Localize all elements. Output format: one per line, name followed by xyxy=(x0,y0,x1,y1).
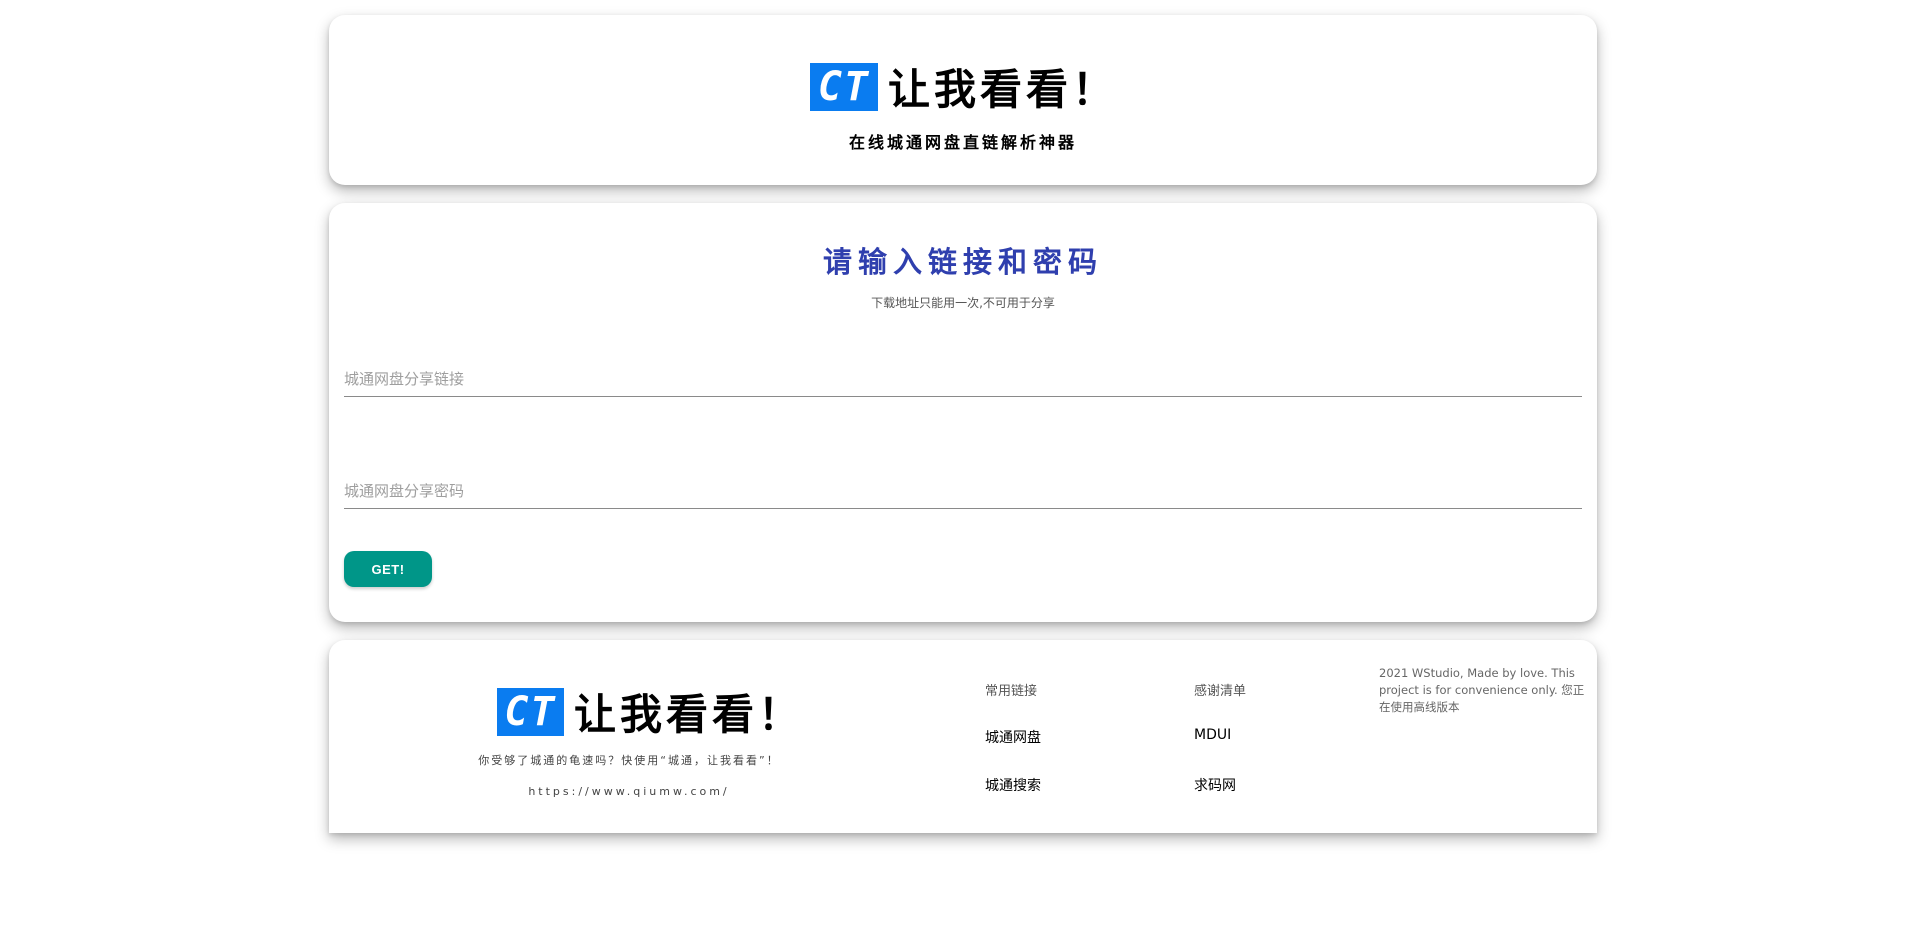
form-card: 请输入链接和密码 下载地址只能用一次,不可用于分享 GET! xyxy=(329,203,1597,622)
footer-link-qiumw[interactable]: 求码网 xyxy=(1194,775,1236,795)
footer-link-ctsearch[interactable]: 城通搜索 xyxy=(985,775,1041,795)
footer-link-mdui[interactable]: MDUI xyxy=(1194,727,1231,743)
copyright-text: 2021 WStudio, Made by love. This project… xyxy=(1379,666,1585,714)
share-link-field xyxy=(344,364,1582,397)
get-button[interactable]: GET! xyxy=(344,551,432,587)
footer-card: CT 让我看看！ 你受够了城通的龟速吗？快使用“城通，让我看看”！ https:… xyxy=(329,640,1597,833)
footer-logo-ct-badge: CT xyxy=(497,687,564,736)
footer-logo-title: 让我看看！ xyxy=(574,690,805,739)
share-password-input[interactable] xyxy=(344,476,1582,506)
logo-ct-badge: CT xyxy=(810,62,878,111)
footer-logo: CT 让我看看！ xyxy=(497,681,804,742)
form-note: 下载地址只能用一次,不可用于分享 xyxy=(871,296,1055,310)
logo-title: 让我看看！ xyxy=(888,65,1119,114)
form-title: 请输入链接和密码 xyxy=(822,245,1103,279)
links-column-heading: 常用链接 xyxy=(985,684,1038,699)
header-card: CT 让我看看！ 在线城通网盘直链解析神器 xyxy=(329,15,1597,185)
share-password-field xyxy=(344,476,1582,509)
share-link-input[interactable] xyxy=(344,364,1582,394)
site-subtitle: 在线城通网盘直链解析神器 xyxy=(848,133,1077,152)
footer-link-ctfile[interactable]: 城通网盘 xyxy=(985,727,1041,747)
footer-tagline: 你受够了城通的龟速吗？快使用“城通，让我看看”！ xyxy=(478,754,780,767)
footer-url: https://www.qiumw.com/ xyxy=(528,785,730,798)
site-logo: CT 让我看看！ xyxy=(810,56,1118,117)
thanks-column-heading: 感谢清单 xyxy=(1194,684,1247,699)
